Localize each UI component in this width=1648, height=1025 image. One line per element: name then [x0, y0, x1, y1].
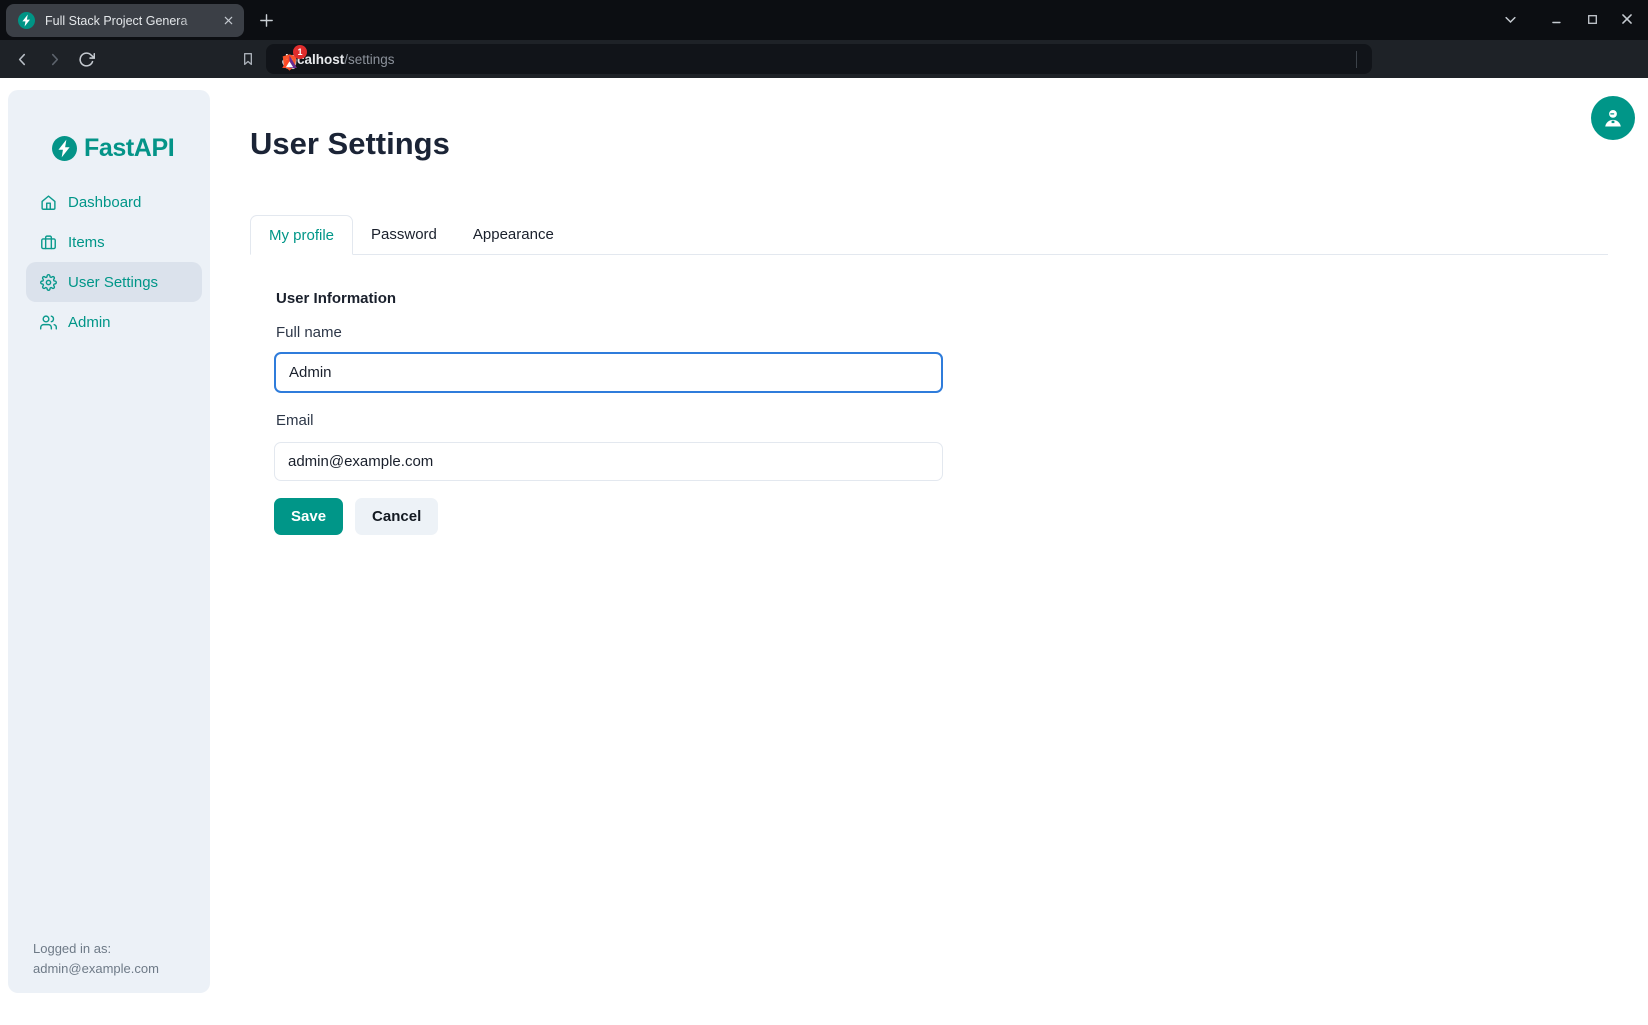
bookmark-icon [240, 51, 256, 67]
sidebar-item-label: User Settings [68, 274, 158, 291]
browser-toolbar: localhost/settings 1 [0, 40, 1648, 78]
logged-in-as: Logged in as: admin@example.com [33, 939, 159, 979]
url-bar[interactable]: localhost/settings 1 [266, 44, 1372, 74]
form-buttons: Save Cancel [274, 498, 438, 535]
minimize-icon [1550, 12, 1564, 26]
close-icon [1620, 12, 1634, 26]
brave-rewards-button[interactable]: 1 [276, 49, 302, 75]
fastapi-logo-text: FastAPI [84, 134, 174, 163]
fastapi-logo: FastAPI [52, 134, 174, 163]
email-input[interactable] [274, 442, 943, 481]
tab-close-icon[interactable] [218, 11, 238, 31]
sidebar-item-label: Admin [68, 314, 111, 331]
back-button[interactable] [8, 45, 36, 73]
chevron-right-icon [46, 51, 63, 68]
user-avatar-button[interactable] [1591, 96, 1635, 140]
fastapi-bolt-icon [52, 136, 77, 161]
user-avatar-icon [1600, 105, 1626, 131]
logged-in-as-email: admin@example.com [33, 959, 159, 979]
chevron-left-icon [14, 51, 31, 68]
tab-my-profile[interactable]: My profile [250, 215, 353, 255]
logged-in-as-label: Logged in as: [33, 939, 159, 959]
fastapi-favicon-icon [18, 12, 35, 29]
close-window-button[interactable] [1614, 6, 1640, 32]
maximize-button[interactable] [1579, 6, 1605, 32]
tab-title: Full Stack Project Genera [45, 14, 218, 28]
tab-password[interactable]: Password [353, 215, 455, 254]
tab-appearance[interactable]: Appearance [455, 215, 572, 254]
chevron-down-icon [1503, 12, 1518, 27]
new-tab-button[interactable] [252, 6, 280, 34]
bookmark-button[interactable] [234, 45, 262, 73]
tab-search-button[interactable] [1497, 6, 1523, 32]
sidebar-item-dashboard[interactable]: Dashboard [8, 182, 210, 222]
browser-tab[interactable]: Full Stack Project Genera [6, 4, 244, 37]
save-button[interactable]: Save [274, 498, 343, 535]
maximize-icon [1586, 13, 1599, 26]
gear-icon [40, 274, 57, 291]
settings-tabs: My profile Password Appearance [250, 215, 1608, 255]
briefcase-icon [40, 234, 57, 251]
minimize-button[interactable] [1544, 6, 1570, 32]
users-icon [40, 314, 57, 331]
app-page: FastAPI Dashboard Items User Settings [0, 78, 1648, 1025]
section-title: User Information [276, 290, 396, 307]
cancel-button[interactable]: Cancel [355, 498, 438, 535]
toolbar-divider [1356, 51, 1357, 68]
plus-icon [258, 12, 275, 29]
sidebar-item-label: Items [68, 234, 105, 251]
forward-button[interactable] [40, 45, 68, 73]
email-label: Email [276, 412, 314, 429]
browser-titlebar: Full Stack Project Genera [0, 0, 1648, 40]
sidebar-item-items[interactable]: Items [8, 222, 210, 262]
sidebar-item-label: Dashboard [68, 194, 141, 211]
sidebar-item-user-settings[interactable]: User Settings [26, 262, 202, 302]
page-title: User Settings [250, 126, 450, 162]
home-icon [40, 194, 57, 211]
url-path: /settings [344, 52, 394, 67]
full-name-label: Full name [276, 324, 342, 341]
sidebar: FastAPI Dashboard Items User Settings [8, 90, 210, 993]
reload-button[interactable] [72, 45, 100, 73]
sidebar-nav: Dashboard Items User Settings Admin [8, 182, 210, 342]
full-name-input[interactable] [274, 352, 943, 393]
reload-icon [78, 51, 95, 68]
sidebar-item-admin[interactable]: Admin [8, 302, 210, 342]
rewards-badge: 1 [293, 45, 307, 59]
menu-button[interactable] [1642, 50, 1648, 78]
